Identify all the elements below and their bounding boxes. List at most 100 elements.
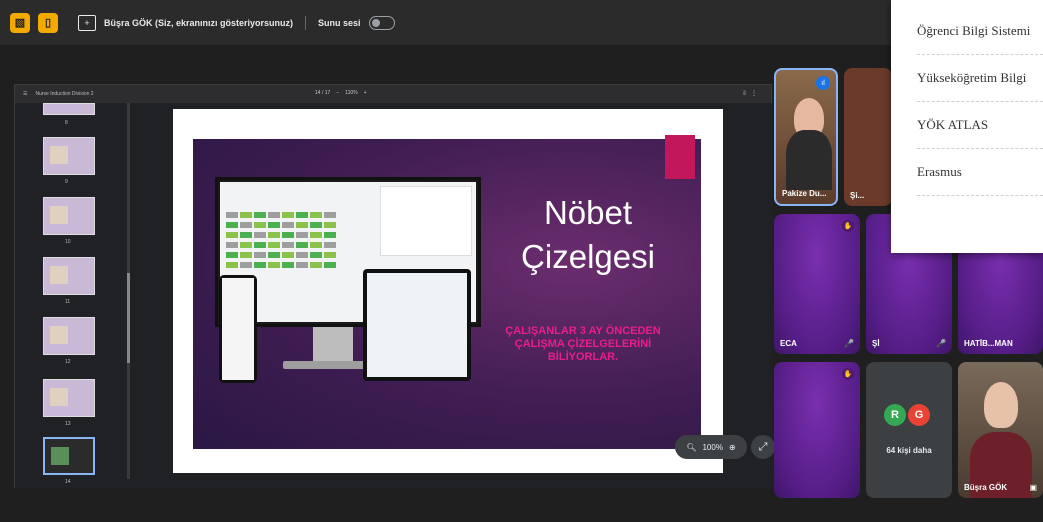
more-participants-tile[interactable]: R G 64 kişi daha xyxy=(866,362,952,498)
pin-icon[interactable]: ▣ xyxy=(1029,483,1037,492)
menu-item-erasmus[interactable]: Erasmus xyxy=(917,149,1043,196)
thumbnail-number: 9 xyxy=(65,179,68,185)
thumbnail-scrollbar[interactable] xyxy=(127,103,130,479)
thumbnail-number: 13 xyxy=(65,421,71,427)
screen: ▧ ▯ + Büşra GÖK (Siz, ekranınızı gösteri… xyxy=(0,0,1043,522)
slide-title-line: Nöbet xyxy=(543,194,633,231)
more-participants-label: 64 kişi daha xyxy=(886,446,932,455)
slide-subtitle-line: BİLİYORLAR. xyxy=(547,351,619,363)
thumbnail-image xyxy=(50,326,68,344)
thumbnail-image xyxy=(50,388,68,406)
phone-screen xyxy=(222,278,254,380)
zoom-out-icon[interactable]: − xyxy=(336,90,339,96)
participant-body xyxy=(786,130,832,190)
zoom-out-icon[interactable]: 🔍︎ xyxy=(686,443,696,452)
thumbnail-panel: 8 9 10 11 12 13 14 xyxy=(15,103,135,489)
hand-icon: ✋ xyxy=(842,220,854,232)
participant-name: Şi... xyxy=(850,191,865,200)
self-video xyxy=(984,382,1018,428)
toggle-knob xyxy=(371,18,380,27)
avatar-group: R G xyxy=(884,404,930,426)
menu-item-ogrenci-bilgi[interactable]: Öğrenci Bilgi Sistemi xyxy=(917,0,1043,55)
audio-label: Sunu sesi xyxy=(318,17,361,28)
presentation-icon[interactable]: ▯ xyxy=(38,12,58,33)
document-title: Nurse Induction Division 2 xyxy=(35,91,94,97)
viewer-toolbar: ☰ Nurse Induction Division 2 14 / 17 − 1… xyxy=(15,85,771,103)
meeting-toolbar: ▧ ▯ + Büşra GÖK (Siz, ekranınızı gösteri… xyxy=(0,0,1043,45)
thumbnail-slide-current[interactable] xyxy=(43,437,95,475)
thumbnail-image xyxy=(50,146,68,164)
zoom-in-icon[interactable]: + xyxy=(364,90,367,96)
schedule-row xyxy=(226,222,336,228)
avatar: R xyxy=(884,404,906,426)
participant-name: Pakize Du... xyxy=(782,189,827,198)
mic-off-icon: 🎤 xyxy=(936,339,946,348)
thumbnail-image xyxy=(51,447,69,465)
thumbnail-slide[interactable] xyxy=(43,379,95,417)
participant-tile[interactable]: ✋ ECA 🎤 xyxy=(774,214,860,354)
thumbnail-image xyxy=(50,206,68,224)
menu-item-yok-atlas[interactable]: YÖK ATLAS xyxy=(917,102,1043,149)
note-icon[interactable]: ▧ xyxy=(10,12,30,33)
schedule-row xyxy=(226,232,336,238)
schedule-row xyxy=(226,212,336,218)
shared-presentation: ☰ Nurse Induction Division 2 14 / 17 − 1… xyxy=(14,84,775,489)
participant-tile[interactable]: Şi... xyxy=(844,68,892,206)
divider xyxy=(305,15,307,30)
menu-item-yuksekogretim[interactable]: Yükseköğretim Bilgi xyxy=(917,55,1043,102)
expand-icon[interactable]: ⤢ xyxy=(751,435,775,459)
link-dropdown-menu: Öğrenci Bilgi Sistemi Yükseköğretim Bilg… xyxy=(891,0,1043,253)
schedule-row xyxy=(226,262,336,268)
thumbnail-number: 8 xyxy=(65,120,68,126)
participant-tile[interactable]: ✋ xyxy=(774,362,860,498)
bottom-strip xyxy=(0,500,1043,522)
participant-name: Şİ xyxy=(872,339,880,348)
thumbnail-slide[interactable] xyxy=(43,137,95,175)
profile-card xyxy=(380,186,472,256)
thumbnail-number: 12 xyxy=(65,359,71,365)
slide-title: Nöbet Çizelgesi xyxy=(493,191,683,279)
thumbnail-number: 10 xyxy=(65,239,71,245)
thumbnail-slide[interactable] xyxy=(43,257,95,295)
viewer-zoom[interactable]: 110% xyxy=(345,90,357,96)
page-controls: 14 / 17 − 110% + xyxy=(315,90,367,96)
slide-subtitle-line: ÇALIŞMA ÇİZELGELERİNİ xyxy=(514,338,652,350)
audio-toggle[interactable] xyxy=(368,15,395,30)
thumbnail-slide[interactable] xyxy=(43,103,95,115)
thumbnail-slide[interactable] xyxy=(43,197,95,235)
laptop-screen xyxy=(367,273,467,377)
self-name: Büşra GÖK xyxy=(964,483,1008,492)
slide-page: Nöbet Çizelgesi ÇALIŞANLAR 3 AY ÖNCEDEN … xyxy=(173,109,723,473)
slide-subtitle-line: ÇALIŞANLAR 3 AY ÖNCEDEN xyxy=(505,325,661,337)
scrollbar-thumb[interactable] xyxy=(127,273,130,363)
self-view-tile[interactable]: Büşra GÖK ▣ xyxy=(958,362,1043,498)
participant-tile-speaking[interactable]: ıl Pakize Du... xyxy=(774,68,838,206)
presenter-status: Büşra GÖK (Siz, ekranınızı gösteriyorsun… xyxy=(104,17,294,28)
slide-content: Nöbet Çizelgesi ÇALIŞANLAR 3 AY ÖNCEDEN … xyxy=(193,135,701,449)
slide-title-line: Çizelgesi xyxy=(521,238,655,275)
laptop-image xyxy=(363,269,471,381)
participant-name: ECA xyxy=(780,339,797,348)
thumbnail-number: 14 xyxy=(65,479,71,485)
download-icon[interactable]: ⇩⋮ xyxy=(742,90,761,97)
zoom-control[interactable]: 🔍︎ 100% ⊕ xyxy=(675,435,747,459)
zoom-value: 100% xyxy=(702,442,723,452)
slide-viewport: Nöbet Çizelgesi ÇALIŞANLAR 3 AY ÖNCEDEN … xyxy=(135,103,775,489)
mic-off-icon: 🎤 xyxy=(844,339,854,348)
thumbnail-slide[interactable] xyxy=(43,317,95,355)
zoom-in-icon[interactable]: ⊕ xyxy=(729,443,736,452)
slide-subtitle: ÇALIŞANLAR 3 AY ÖNCEDEN ÇALIŞMA ÇİZELGEL… xyxy=(483,325,683,364)
slide-accent-tab xyxy=(665,135,695,179)
present-screen-icon[interactable]: + xyxy=(78,14,96,31)
hand-icon: ✋ xyxy=(842,368,854,380)
thumbnail-image xyxy=(50,266,68,284)
page-info: 14 / 17 xyxy=(315,90,331,96)
schedule-row xyxy=(226,252,336,258)
participant-name: HATİB...MAN xyxy=(964,339,1013,348)
menu-icon[interactable]: ☰ xyxy=(23,91,27,97)
avatar: G xyxy=(908,404,930,426)
schedule-row xyxy=(226,242,336,248)
speaking-icon: ıl xyxy=(816,76,830,90)
thumbnail-number: 11 xyxy=(65,299,71,305)
phone-image xyxy=(219,275,257,383)
